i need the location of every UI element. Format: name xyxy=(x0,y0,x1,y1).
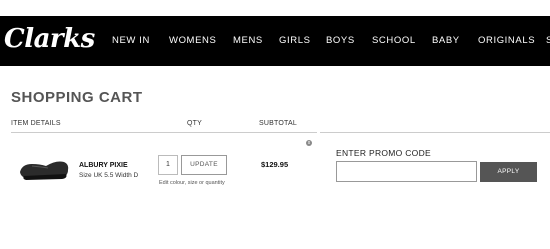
promo-code-input[interactable] xyxy=(336,161,477,182)
nav-item-girls[interactable]: GIRLS xyxy=(279,34,311,48)
item-subtotal: $129.95 xyxy=(261,160,289,169)
column-header-qty: QTY xyxy=(187,120,202,127)
nav-item-new-in[interactable]: NEW IN xyxy=(112,34,150,48)
update-button[interactable]: UPDATE xyxy=(181,155,227,175)
quantity-input[interactable]: 1 xyxy=(158,155,178,175)
remove-item-icon[interactable]: x xyxy=(306,140,312,146)
page-title: SHOPPING CART xyxy=(11,89,143,106)
cart-header-divider xyxy=(11,132,317,133)
column-header-item-details: ITEM DETAILS xyxy=(11,120,61,127)
clarks-logo[interactable]: Clarks xyxy=(4,24,95,54)
product-size: Size UK 5.5 Width D xyxy=(79,172,139,179)
column-header-subtotal: SUBTOTAL xyxy=(259,120,297,127)
nav-item-school[interactable]: SCHOOL xyxy=(372,34,416,48)
product-image[interactable] xyxy=(18,154,70,182)
apply-button[interactable]: APPLY xyxy=(480,162,537,182)
nav-item-originals[interactable]: ORIGINALS xyxy=(478,34,535,48)
header-nav-bar: Clarks NEW IN WOMENS MENS GIRLS BOYS SCH… xyxy=(0,16,550,66)
nav-item-womens[interactable]: WOMENS xyxy=(169,34,216,48)
nav-item-cutoff[interactable]: S xyxy=(546,34,550,48)
nav-item-mens[interactable]: MENS xyxy=(233,34,263,48)
product-name[interactable]: ALBURY PIXIE xyxy=(79,162,128,169)
nav-item-boys[interactable]: BOYS xyxy=(326,34,355,48)
nav-item-baby[interactable]: BABY xyxy=(432,34,460,48)
promo-top-divider xyxy=(320,132,550,133)
edit-item-link[interactable]: Edit colour, size or quantity xyxy=(159,180,225,186)
promo-label: ENTER PROMO CODE xyxy=(336,148,432,158)
